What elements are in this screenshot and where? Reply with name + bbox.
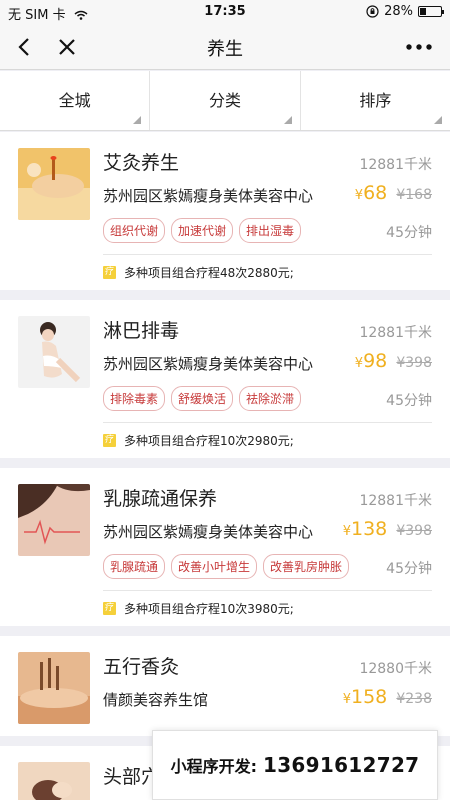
promo-text: 多种项目组合疗程48次2880元;	[124, 266, 294, 280]
distance: 12880千米	[359, 661, 432, 677]
status-bar: 无 SIM 卡 17:35 28%	[0, 0, 450, 24]
currency-symbol: ¥	[342, 692, 351, 707]
shop-name: 苏州园区紫嫣瘦身美体美容中心	[103, 523, 314, 541]
service-title: 淋巴排毒	[103, 320, 180, 342]
tag: 舒缓焕活	[171, 386, 234, 411]
current-price: 138	[350, 518, 388, 540]
distance: 12881千米	[359, 325, 432, 341]
filter-category-label: 分类	[208, 91, 241, 110]
duration: 45分钟	[386, 561, 432, 577]
status-right: 28%	[366, 4, 444, 19]
price-block: ¥138 ¥398	[343, 518, 432, 540]
original-price: ¥398	[396, 355, 432, 371]
tag-list: 排除毒素 舒缓焕活 祛除淤滞	[103, 386, 302, 411]
developer-contact-banner: 小程序开发: 13691612727	[152, 730, 438, 800]
original-price-value: 398	[405, 523, 432, 539]
current-price: 68	[363, 182, 388, 204]
divider	[103, 254, 432, 255]
original-price: ¥398	[396, 523, 432, 539]
promo-line: 疗 多种项目组合疗程48次2880元;	[103, 264, 294, 281]
tag: 排除毒素	[103, 386, 166, 411]
service-title: 五行香灸	[103, 656, 180, 678]
current-price: 158	[350, 686, 388, 708]
five-element-moxa-thumbnail	[18, 652, 90, 724]
service-title: 艾灸养生	[103, 152, 180, 174]
duration: 45分钟	[386, 393, 432, 409]
filter-category[interactable]: 分类	[150, 71, 301, 130]
original-price-value: 238	[405, 691, 432, 707]
promo-line: 疗 多种项目组合疗程10次2980元;	[103, 432, 294, 449]
distance: 12881千米	[359, 157, 432, 173]
distance: 12881千米	[359, 493, 432, 509]
tag: 组织代谢	[103, 218, 166, 243]
more-button[interactable]	[402, 32, 436, 62]
tag: 改善小叶增生	[171, 554, 258, 579]
original-price: ¥168	[396, 187, 432, 203]
currency-symbol: ¥	[342, 524, 351, 539]
service-card-lymph-detox[interactable]: 淋巴排毒 12881千米 苏州园区紫嫣瘦身美体美容中心 ¥98 ¥398 排除毒…	[0, 300, 450, 458]
battery-percent: 28%	[384, 4, 413, 19]
filter-sort[interactable]: 排序	[301, 71, 450, 130]
currency-symbol: ¥	[396, 523, 406, 539]
rotation-lock-icon	[366, 5, 379, 18]
battery-icon	[418, 6, 444, 17]
dropdown-triangle-icon	[133, 116, 142, 124]
divider	[103, 422, 432, 423]
service-card-breast-care[interactable]: 乳腺疏通保养 12881千米 苏州园区紫嫣瘦身美体美容中心 ¥138 ¥398 …	[0, 468, 450, 626]
original-price-value: 168	[405, 187, 432, 203]
tag: 排出湿毒	[239, 218, 302, 243]
price-block: ¥98 ¥398	[355, 350, 432, 372]
promo-text: 多种项目组合疗程10次2980元;	[124, 434, 294, 448]
original-price-value: 398	[405, 355, 432, 371]
tag-list: 乳腺疏通 改善小叶增生 改善乳房肿胀	[103, 554, 350, 579]
price-block: ¥158 ¥238	[343, 686, 432, 708]
shop-name: 倩颜美容养生馆	[103, 691, 209, 709]
current-price: 98	[363, 350, 388, 372]
head-acupoint-thumbnail	[18, 762, 90, 800]
currency-symbol: ¥	[396, 187, 406, 203]
filter-bar: 全城 分类 排序	[0, 71, 450, 131]
breast-care-thumbnail	[18, 484, 90, 556]
price-block: ¥68 ¥168	[355, 182, 432, 204]
currency-symbol: ¥	[354, 356, 364, 371]
banner-label: 小程序开发:	[170, 757, 257, 776]
course-badge-icon: 疗	[103, 602, 116, 615]
shop-name: 苏州园区紫嫣瘦身美体美容中心	[103, 187, 314, 205]
tag: 加速代谢	[171, 218, 234, 243]
course-badge-icon: 疗	[103, 266, 116, 279]
lymph-detox-thumbnail	[18, 316, 90, 388]
banner-phone: 13691612727	[263, 753, 420, 777]
filter-sort-label: 排序	[359, 91, 392, 110]
more-dots-icon	[406, 44, 432, 50]
dropdown-triangle-icon	[433, 116, 442, 124]
filter-city-label: 全城	[58, 91, 91, 110]
promo-text: 多种项目组合疗程10次3980元;	[124, 602, 294, 616]
tag-list: 组织代谢 加速代谢 排出湿毒	[103, 218, 302, 243]
original-price: ¥238	[396, 691, 432, 707]
divider	[103, 590, 432, 591]
moxibustion-thumbnail	[18, 148, 90, 220]
tag: 改善乳房肿胀	[263, 554, 350, 579]
service-title: 乳腺疏通保养	[103, 488, 218, 510]
filter-city[interactable]: 全城	[0, 71, 151, 130]
currency-symbol: ¥	[354, 188, 364, 203]
nav-bar: 养生	[0, 24, 450, 70]
promo-line: 疗 多种项目组合疗程10次3980元;	[103, 600, 294, 617]
currency-symbol: ¥	[396, 691, 406, 707]
dropdown-triangle-icon	[283, 116, 292, 124]
page-title: 养生	[207, 39, 243, 60]
duration: 45分钟	[386, 225, 432, 241]
tag: 祛除淤滞	[239, 386, 302, 411]
currency-symbol: ¥	[396, 355, 406, 371]
service-card-moxibustion[interactable]: 艾灸养生 12881千米 苏州园区紫嫣瘦身美体美容中心 ¥68 ¥168 组织代…	[0, 132, 450, 290]
tag: 乳腺疏通	[103, 554, 166, 579]
service-card-five-element-moxa[interactable]: 五行香灸 12880千米 倩颜美容养生馆 ¥158 ¥238	[0, 636, 450, 736]
shop-name: 苏州园区紫嫣瘦身美体美容中心	[103, 355, 314, 373]
course-badge-icon: 疗	[103, 434, 116, 447]
